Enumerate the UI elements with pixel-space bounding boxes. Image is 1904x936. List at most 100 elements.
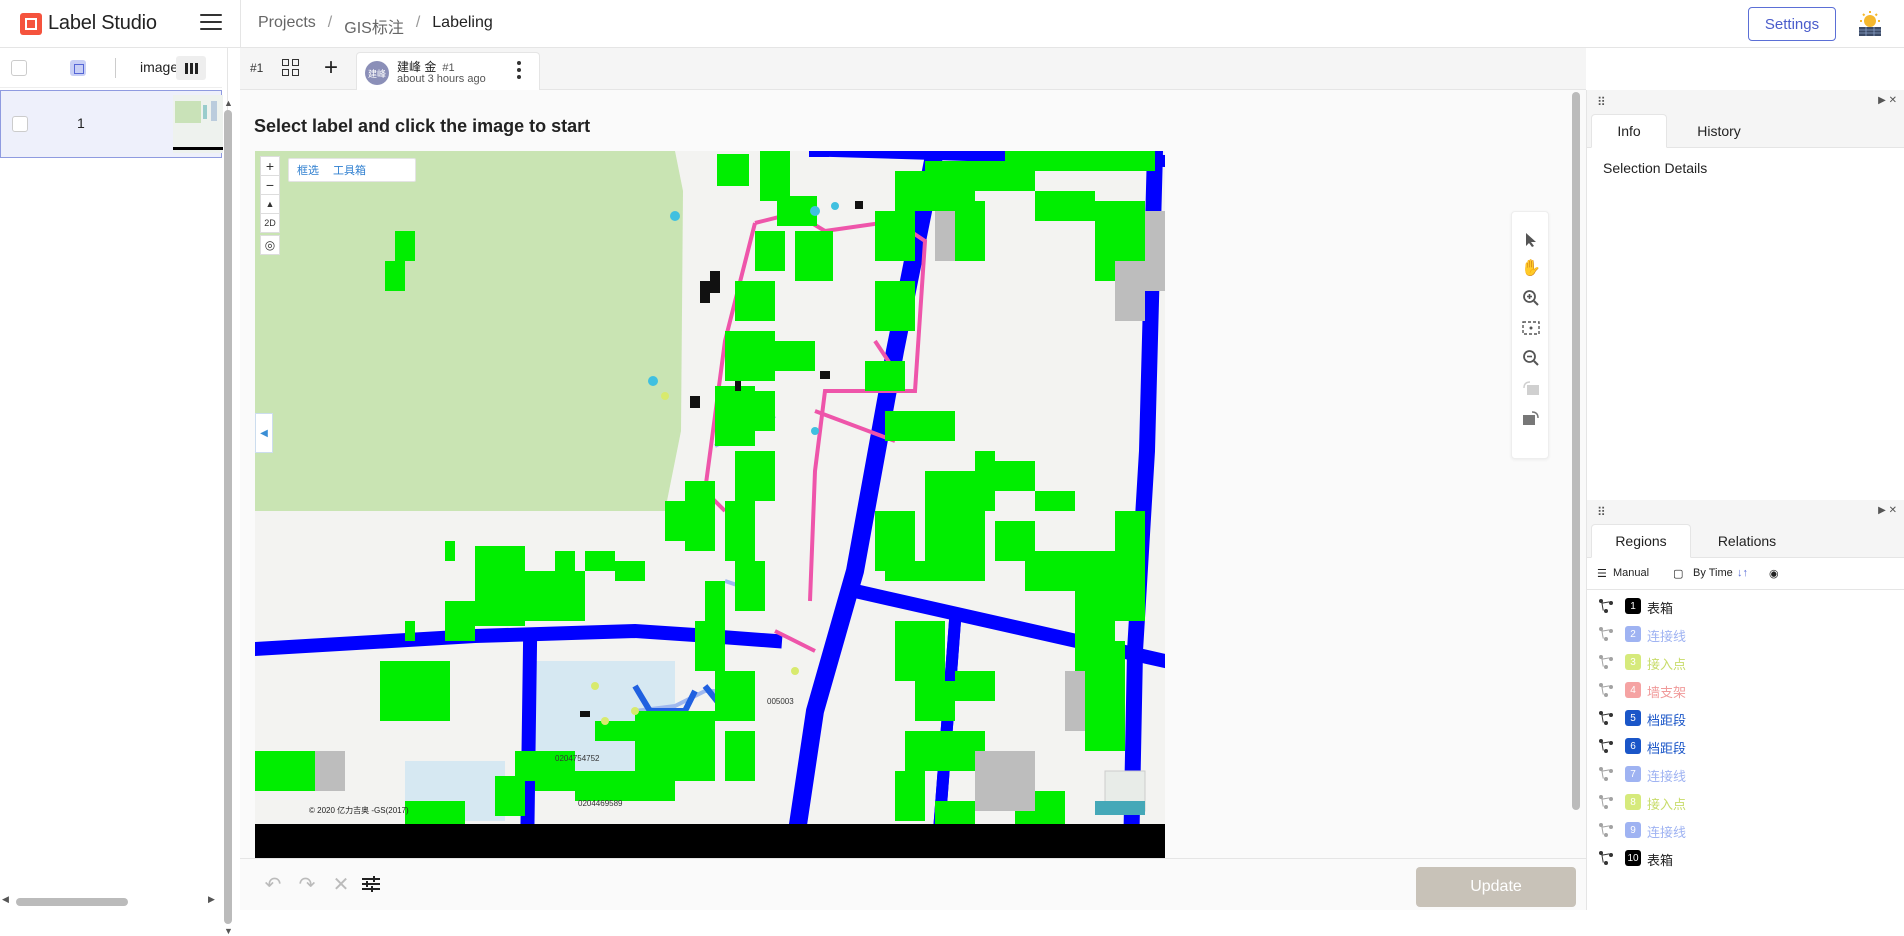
polyline-region-icon — [1599, 711, 1613, 725]
select-all-checkbox[interactable] — [11, 60, 27, 76]
region-item[interactable]: 9 连接线 — [1587, 816, 1904, 844]
labeling-editor: #1 + 建峰 建峰 金 #1 about 3 hours ago Select … — [240, 48, 1586, 910]
region-item[interactable]: 1 表箱 — [1587, 592, 1904, 620]
polyline-region-icon — [1599, 851, 1613, 865]
zoom-in-tool-icon[interactable] — [1521, 288, 1541, 308]
region-item[interactable]: 5 档距段 — [1587, 704, 1904, 732]
info-panel-handle[interactable]: ⠿ ▶ ✕ — [1587, 90, 1904, 114]
scroll-up-arrow-icon[interactable]: ▲ — [224, 98, 233, 108]
region-label: 连接线 — [1647, 769, 1687, 784]
breadcrumb-separator: / — [415, 14, 421, 31]
region-number-badge: 6 — [1625, 738, 1641, 754]
app-title: Label Studio — [48, 12, 157, 34]
manual-order-button[interactable]: Manual — [1613, 567, 1649, 579]
region-label: 墙支架 — [1647, 685, 1687, 700]
tab-relations[interactable]: Relations — [1697, 524, 1797, 558]
annotation-tab-bar: #1 + 建峰 建峰 金 #1 about 3 hours ago — [240, 48, 1586, 90]
editor-toolbar: ✋ — [1511, 211, 1549, 459]
toolbox-button[interactable]: 工具箱 — [333, 162, 366, 178]
header-divider — [115, 58, 116, 78]
app-logo[interactable]: Label Studio — [20, 12, 157, 35]
settings-sliders-icon[interactable] — [360, 873, 382, 895]
by-time-button[interactable]: By Time — [1693, 567, 1733, 579]
map-left-expand-icon[interactable]: ◀ — [255, 413, 273, 453]
region-item[interactable]: 3 接入点 — [1587, 648, 1904, 676]
region-item[interactable]: 6 档距段 — [1587, 732, 1904, 760]
tab-regions[interactable]: Regions — [1591, 524, 1691, 558]
map-toolbar: 框选 工具箱 — [288, 158, 416, 182]
zoom-in-icon[interactable]: + — [260, 156, 280, 176]
grid-view-icon[interactable] — [282, 59, 300, 77]
region-label: 档距段 — [1647, 741, 1687, 756]
map-label-005003: 005003 — [767, 697, 794, 706]
breadcrumb-project[interactable]: GIS标注 — [344, 14, 404, 38]
regions-panel-handle[interactable]: ⠿ ▶ ✕ — [1587, 500, 1904, 524]
column-header-image[interactable]: image — [140, 59, 178, 75]
task-list-panel: image 1 ▲ ▼ ◀ ▶ — [0, 48, 233, 936]
manual-order-icon[interactable]: ☰ — [1597, 567, 1607, 580]
panel-controls-icon[interactable]: ▶ ✕ — [1878, 505, 1897, 516]
undo-icon[interactable]: ↶ — [262, 873, 284, 896]
side-panel: ⠿ ▶ ✕ Info History Selection Details ⠿ ▶… — [1586, 90, 1904, 910]
tab-info[interactable]: Info — [1591, 114, 1667, 148]
editor-vertical-scrollbar[interactable] — [1572, 92, 1580, 810]
rotate-left-icon[interactable] — [1521, 378, 1541, 398]
redo-icon[interactable]: ↷ — [296, 873, 318, 896]
scrollbar-thumb[interactable] — [224, 110, 232, 924]
drag-handle-icon[interactable]: ⠿ — [1597, 505, 1606, 519]
map-label-0204754752: 0204754752 — [555, 754, 600, 763]
region-label: 表箱 — [1647, 853, 1674, 868]
drag-handle-icon[interactable]: ⠿ — [1597, 95, 1606, 109]
task-row[interactable]: 1 — [0, 90, 223, 158]
task-thumbnail — [173, 95, 223, 153]
selection-details-title: Selection Details — [1603, 160, 1708, 176]
region-number-badge: 9 — [1625, 822, 1641, 838]
task-list-vertical-scrollbar[interactable]: ▲ ▼ — [224, 98, 233, 936]
task-list-header: image — [0, 48, 222, 88]
region-item[interactable]: 7 连接线 — [1587, 760, 1904, 788]
region-label: 档距段 — [1647, 713, 1687, 728]
tab-history[interactable]: History — [1673, 114, 1765, 148]
visibility-eye-icon[interactable]: ◉ — [1769, 567, 1779, 580]
region-item[interactable]: 8 接入点 — [1587, 788, 1904, 816]
add-annotation-icon[interactable]: + — [324, 54, 338, 82]
locate-icon[interactable]: ◎ — [260, 235, 280, 255]
zoom-out-icon[interactable]: − — [260, 175, 280, 195]
pointer-tool-icon[interactable] — [1521, 230, 1541, 250]
editor-bottom-bar: ↶ ↷ ✕ Update — [240, 858, 1586, 910]
polyline-region-icon — [1599, 767, 1613, 781]
reset-icon[interactable]: ✕ — [330, 873, 352, 896]
rotate-right-icon[interactable] — [1521, 408, 1541, 428]
scroll-down-arrow-icon[interactable]: ▼ — [224, 926, 233, 936]
more-options-icon[interactable] — [517, 61, 521, 81]
user-avatar[interactable] — [1856, 10, 1884, 38]
menu-icon[interactable] — [200, 14, 222, 32]
compass-icon[interactable]: ▲ — [260, 194, 280, 214]
region-number-badge: 1 — [1625, 598, 1641, 614]
scroll-left-arrow-icon[interactable]: ◀ — [2, 894, 9, 905]
task-list-horizontal-scrollbar[interactable] — [16, 898, 128, 906]
scroll-right-arrow-icon[interactable]: ▶ — [208, 894, 215, 905]
map-image[interactable]: 0204754752 0204469589 005003 + − ▲ 2D ◎ … — [255, 151, 1165, 858]
region-item[interactable]: 2 连接线 — [1587, 620, 1904, 648]
region-item[interactable]: 10 表箱 — [1587, 844, 1904, 872]
task-id: 1 — [77, 115, 85, 131]
regions-filter-bar: ☰ Manual ▢ By Time ↓↑ ◉ — [1587, 558, 1904, 590]
breadcrumb-projects[interactable]: Projects — [258, 14, 316, 38]
map-canvas: 0204754752 0204469589 005003 — [255, 151, 1165, 858]
fit-image-icon[interactable] — [1521, 318, 1541, 338]
region-item[interactable]: 4 墙支架 — [1587, 676, 1904, 704]
settings-button[interactable]: Settings — [1748, 7, 1836, 41]
update-button[interactable]: Update — [1416, 867, 1576, 907]
annotation-tab[interactable]: 建峰 建峰 金 #1 about 3 hours ago — [356, 52, 540, 90]
select-tool-button[interactable]: 框选 — [297, 162, 319, 178]
by-time-icon[interactable]: ▢ — [1673, 567, 1683, 580]
row-checkbox[interactable] — [12, 116, 28, 132]
pan-tool-icon[interactable]: ✋ — [1521, 258, 1541, 278]
panel-controls-icon[interactable]: ▶ ✕ — [1878, 95, 1897, 106]
map-2d-toggle[interactable]: 2D — [260, 213, 280, 233]
sort-direction-icon[interactable]: ↓↑ — [1737, 567, 1748, 579]
selection-column-icon[interactable] — [70, 60, 86, 76]
columns-toggle-button[interactable] — [176, 56, 206, 80]
zoom-out-tool-icon[interactable] — [1521, 348, 1541, 368]
